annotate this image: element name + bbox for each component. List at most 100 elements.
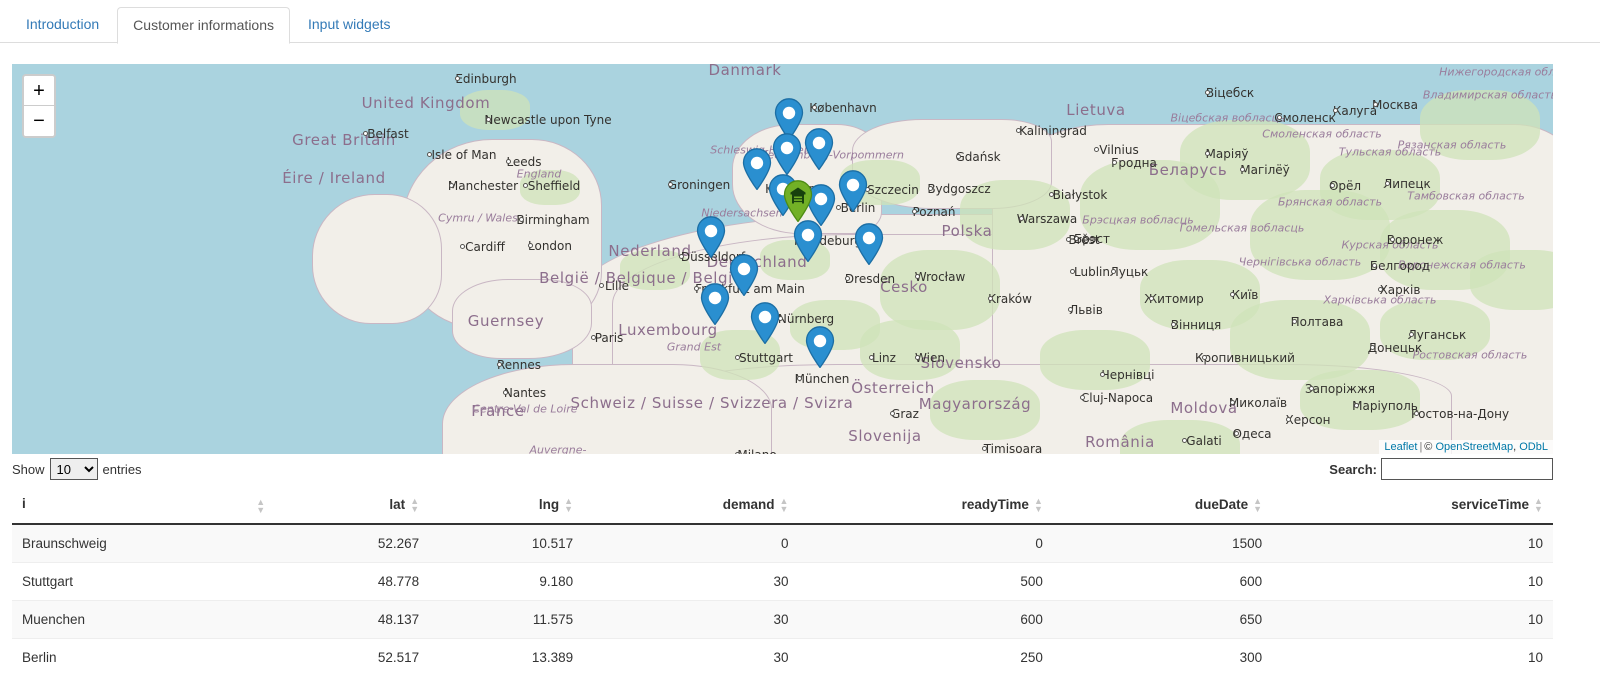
tab-list: IntroductionCustomer informationsInput w… — [10, 3, 409, 43]
cell-lng: 9.180 — [429, 563, 583, 601]
forest-patch — [1040, 330, 1150, 390]
sort-arrows-icon: ▲▼ — [780, 497, 789, 513]
forest-patch — [1380, 300, 1490, 360]
customer-map-marker[interactable] — [729, 254, 759, 296]
forest-patch — [1300, 370, 1420, 430]
cell-serviceTime: 10 — [1272, 639, 1553, 677]
customer-map-marker[interactable] — [793, 220, 823, 262]
cell-readyTime: 250 — [799, 639, 1053, 677]
customer-map-marker[interactable] — [805, 326, 835, 368]
customer-map-marker[interactable] — [700, 283, 730, 325]
attribution-comma: , — [1513, 441, 1516, 453]
tab-customer-informations[interactable]: Customer informations — [117, 7, 290, 44]
cell-readyTime: 600 — [799, 601, 1053, 639]
table-row[interactable]: Braunschweig52.26710.51700150010 — [12, 524, 1553, 563]
sort-arrows-icon: ▲▼ — [256, 498, 265, 514]
zoom-in-button[interactable]: + — [24, 76, 54, 106]
cell-i: Muenchen — [12, 601, 275, 639]
cell-readyTime: 500 — [799, 563, 1053, 601]
map-city-dot — [890, 411, 895, 416]
sort-arrows-icon: ▲▼ — [1034, 497, 1043, 513]
cell-demand: 0 — [583, 524, 798, 563]
map-city-dot — [427, 152, 432, 157]
cell-lat: 48.137 — [275, 601, 429, 639]
table-row[interactable]: Berlin52.51713.3893025030010 — [12, 639, 1553, 677]
customer-map-marker[interactable] — [854, 223, 884, 265]
openstreetmap-link[interactable]: OpenStreetMap — [1435, 441, 1513, 453]
length-prefix-label: Show — [12, 462, 45, 477]
cell-lng: 10.517 — [429, 524, 583, 563]
forest-patch — [880, 250, 1000, 330]
attribution-separator: | — [1419, 441, 1422, 453]
column-header-serviceTime[interactable]: serviceTime▲▼ — [1272, 488, 1553, 524]
depot-map-marker[interactable] — [783, 180, 813, 222]
customer-map-marker[interactable] — [772, 133, 802, 175]
cell-serviceTime: 10 — [1272, 524, 1553, 563]
zoom-out-button[interactable]: − — [24, 106, 54, 136]
column-header-label: dueDate — [1195, 497, 1248, 512]
forest-patch — [960, 180, 1070, 250]
zoom-control[interactable]: + − — [22, 74, 56, 138]
map-city-dot — [915, 355, 920, 360]
table-row[interactable]: Stuttgart48.7789.1803050060010 — [12, 563, 1553, 601]
map-city-dot — [519, 217, 524, 222]
entries-per-page-select[interactable]: 102550100 — [50, 458, 98, 480]
cell-i: Braunschweig — [12, 524, 275, 563]
map-city-dot — [1230, 292, 1235, 297]
map-city-dot — [1016, 128, 1021, 133]
map-city-dot — [591, 335, 596, 340]
cell-dueDate: 300 — [1053, 639, 1272, 677]
cell-serviceTime: 10 — [1272, 563, 1553, 601]
forest-patch — [1120, 420, 1240, 454]
cell-lat: 52.267 — [275, 524, 429, 563]
leaflet-map[interactable]: DanmarkUnited KingdomÉire / IrelandNeder… — [12, 64, 1553, 454]
map-city-dot — [869, 355, 874, 360]
map-attribution: Leaflet|© OpenStreetMap, ODbL — [1379, 440, 1553, 454]
cell-dueDate: 600 — [1053, 563, 1272, 601]
tab-input-widgets[interactable]: Input widgets — [292, 6, 407, 43]
column-header-i[interactable]: i ▲▼ — [12, 488, 275, 524]
customer-map-marker[interactable] — [804, 128, 834, 170]
forest-patch — [1420, 90, 1540, 160]
odbl-link[interactable]: ODbL — [1519, 441, 1548, 453]
cell-lat: 48.778 — [275, 563, 429, 601]
leaflet-link[interactable]: Leaflet — [1384, 441, 1417, 453]
column-header-label: demand — [723, 497, 775, 512]
customer-map-marker[interactable] — [750, 302, 780, 344]
sort-arrows-icon: ▲▼ — [1253, 497, 1262, 513]
customer-map-marker[interactable] — [838, 170, 868, 212]
cell-i: Berlin — [12, 639, 275, 677]
copyright-symbol: © — [1424, 441, 1432, 453]
cell-serviceTime: 10 — [1272, 601, 1553, 639]
customer-map-marker[interactable] — [696, 216, 726, 258]
column-header-label: lat — [389, 497, 405, 512]
forest-patch — [930, 380, 1040, 440]
cell-dueDate: 1500 — [1053, 524, 1272, 563]
cell-lng: 11.575 — [429, 601, 583, 639]
column-header-dueDate[interactable]: dueDate ▲▼ — [1053, 488, 1272, 524]
forest-patch — [520, 170, 580, 205]
cell-demand: 30 — [583, 563, 798, 601]
column-header-lng[interactable]: lng▲▼ — [429, 488, 583, 524]
column-header-readyTime[interactable]: readyTime▲▼ — [799, 488, 1053, 524]
column-header-label: i — [22, 496, 26, 511]
tab-bar: IntroductionCustomer informationsInput w… — [0, 0, 1600, 43]
sort-arrows-icon: ▲▼ — [564, 497, 573, 513]
table-body: Braunschweig52.26710.51700150010Stuttgar… — [12, 524, 1553, 676]
forest-patch — [1470, 250, 1553, 310]
length-control: Show 102550100 entries — [12, 458, 142, 480]
map-city-dot — [1074, 236, 1079, 241]
table-row[interactable]: Muenchen48.13711.5753060065010 — [12, 601, 1553, 639]
tab-introduction[interactable]: Introduction — [10, 6, 115, 43]
map-city-dot — [1111, 269, 1116, 274]
search-input[interactable] — [1381, 458, 1553, 480]
map-city-dot — [735, 452, 740, 454]
cell-i: Stuttgart — [12, 563, 275, 601]
column-header-demand[interactable]: demand ▲▼ — [583, 488, 798, 524]
map-city-dot — [1066, 237, 1071, 242]
column-header-lat[interactable]: lat▲▼ — [275, 488, 429, 524]
landmass-shape — [312, 194, 442, 324]
forest-patch — [460, 90, 530, 130]
map-city-dot — [506, 159, 511, 164]
sort-arrows-icon: ▲▼ — [1534, 497, 1543, 513]
